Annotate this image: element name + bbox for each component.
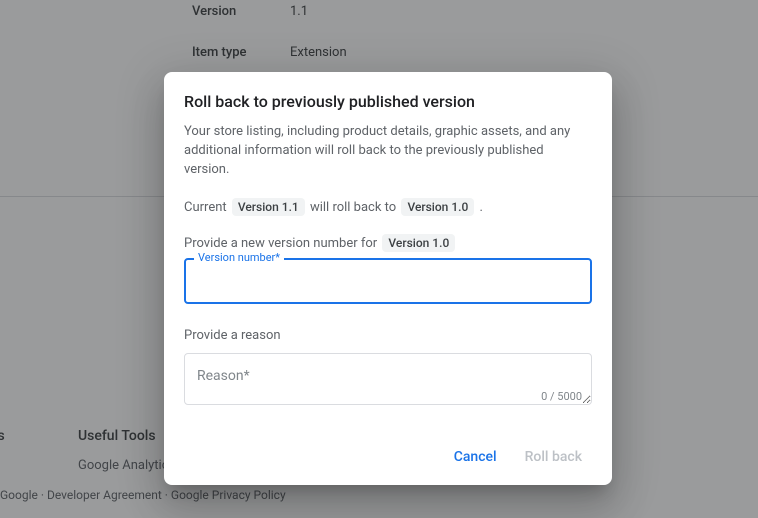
reason-input[interactable]	[184, 353, 592, 405]
rollback-button[interactable]: Roll back	[515, 441, 592, 473]
provide-number-version-pill: Version 1.0	[382, 234, 455, 252]
dialog-version-line: Current Version 1.1 will roll back to Ve…	[184, 198, 592, 216]
dialog-description: Your store listing, including product de…	[184, 123, 592, 180]
rollback-middle-text: will roll back to	[310, 200, 396, 215]
version-number-floating-label: Version number*	[194, 251, 284, 264]
dialog-title: Roll back to previously published versio…	[184, 92, 592, 111]
current-prefix: Current	[184, 200, 227, 215]
rollback-dialog: Roll back to previously published versio…	[164, 72, 612, 485]
period: .	[480, 200, 483, 215]
dialog-actions: Cancel Roll back	[184, 441, 592, 473]
cancel-button[interactable]: Cancel	[444, 441, 507, 473]
version-number-input[interactable]	[184, 258, 592, 304]
reason-field-wrap: 0 / 5000	[184, 353, 592, 409]
version-number-field-wrap: Version number*	[184, 258, 592, 304]
provide-number-prefix: Provide a new version number for	[184, 236, 377, 251]
current-version-pill: Version 1.1	[232, 198, 305, 216]
target-version-pill: Version 1.0	[401, 198, 474, 216]
provide-number-label: Provide a new version number for Version…	[184, 234, 592, 252]
reason-char-counter: 0 / 5000	[541, 390, 582, 403]
provide-reason-label: Provide a reason	[184, 328, 592, 343]
